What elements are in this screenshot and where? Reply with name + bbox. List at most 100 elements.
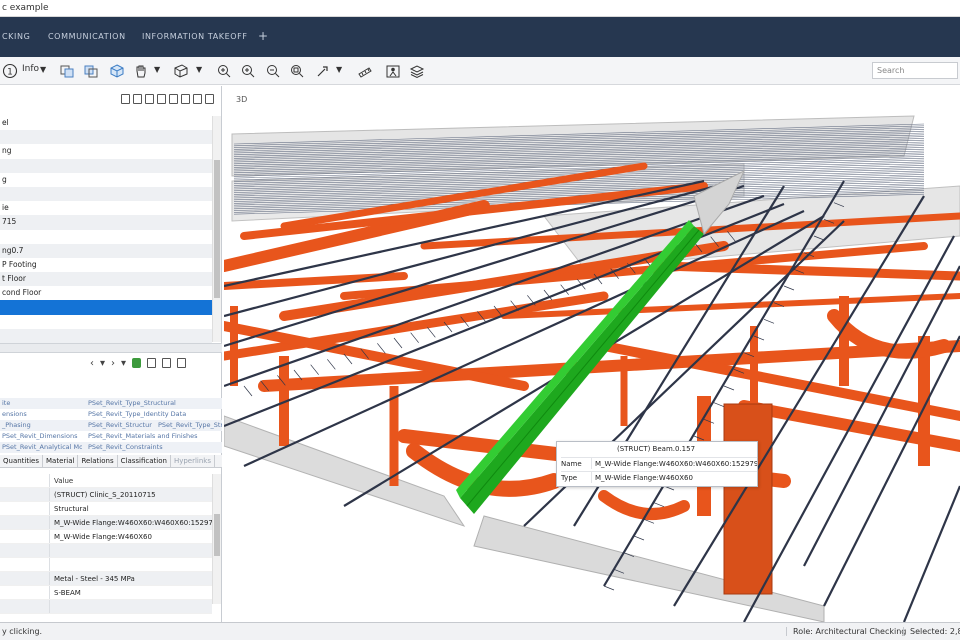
layers-icon[interactable] xyxy=(408,62,426,79)
zoom-out-icon[interactable] xyxy=(264,62,282,79)
dropdown-caret-icon[interactable]: ▾ xyxy=(100,358,105,369)
dropdown-caret-icon[interactable]: ▾ xyxy=(121,358,126,369)
add-tab-button[interactable]: + xyxy=(258,29,268,43)
properties-color-icon[interactable] xyxy=(132,358,142,368)
value-column-header: Value xyxy=(54,477,74,485)
measure-icon[interactable] xyxy=(356,62,374,79)
panel-splitter[interactable] xyxy=(0,343,222,353)
tree-item[interactable]: ng0.7 xyxy=(0,243,212,258)
property-value: M_W-Wide Flange:W460X60 xyxy=(54,533,152,541)
tree-item[interactable]: g xyxy=(0,173,212,187)
property-key xyxy=(0,558,50,571)
properties-tab[interactable]: Material xyxy=(43,455,79,467)
property-row[interactable] xyxy=(0,600,212,614)
properties-tab[interactable]: Hyperlinks xyxy=(171,455,215,467)
tab-communication[interactable]: COMMUNICATION xyxy=(48,32,126,41)
tree-scrollbar-thumb[interactable] xyxy=(214,160,220,298)
property-row[interactable] xyxy=(0,544,212,558)
property-set-row[interactable]: PSet_Revit_Dimensions PSet_Revit_Material… xyxy=(0,431,222,442)
property-set-extra[interactable]: PSet_Revit_Type_Structural Analysis xyxy=(152,420,222,431)
tree-item[interactable] xyxy=(0,315,212,329)
property-set-row[interactable]: ensions PSet_Revit_Type_Identity Data xyxy=(0,409,222,420)
property-key xyxy=(0,586,50,599)
property-set-left[interactable]: _Phasing xyxy=(0,420,82,431)
tree-item[interactable] xyxy=(0,300,212,315)
model-view-alt-icon[interactable] xyxy=(82,62,100,79)
property-set-row[interactable]: ite PSet_Revit_Type_Structural xyxy=(0,398,222,409)
tree-collapse-icon[interactable] xyxy=(157,94,166,104)
properties-tab[interactable]: Relations xyxy=(78,455,118,467)
properties-scrollbar-thumb[interactable] xyxy=(214,514,220,556)
tree-filter-alt-icon[interactable] xyxy=(133,94,142,104)
tree-view-icon[interactable] xyxy=(193,94,202,104)
property-set-row[interactable]: PSet_Revit_Analytical ModelPSet_Revit_Co… xyxy=(0,442,222,453)
property-set-right[interactable]: PSet_Revit_Constraints xyxy=(82,442,222,453)
property-row[interactable]: S-BEAM xyxy=(0,586,212,600)
tree-item[interactable] xyxy=(0,158,212,173)
person-view-icon[interactable] xyxy=(384,62,402,79)
prev-button[interactable]: ‹ xyxy=(90,358,94,369)
tab-checking[interactable]: CKING xyxy=(2,32,30,41)
zoom-in-icon[interactable] xyxy=(215,62,233,79)
fly-dropdown-caret-icon[interactable]: ▼ xyxy=(336,65,342,74)
tree-item[interactable] xyxy=(0,230,212,244)
tab-information-takeoff[interactable]: INFORMATION TAKEOFF xyxy=(142,32,248,41)
property-set-right[interactable]: PSet_Revit_Type_Identity Data xyxy=(82,409,222,420)
tree-item[interactable]: t Floor xyxy=(0,272,212,287)
tree-filter-icon[interactable] xyxy=(121,94,130,104)
property-row[interactable]: M_W-Wide Flange:W460X60 xyxy=(0,530,212,544)
properties-tab[interactable]: Classification xyxy=(118,455,171,467)
properties-close-icon[interactable] xyxy=(177,358,187,368)
next-button[interactable]: › xyxy=(111,358,115,369)
model-view-icon[interactable] xyxy=(58,62,76,79)
3d-viewport[interactable]: 3D (STRUCT) Beam.0.157 Name M_W-Wide Fla… xyxy=(224,86,960,622)
tree-item[interactable]: 715 xyxy=(0,215,212,230)
tree-scrollbar[interactable] xyxy=(212,116,221,342)
property-row[interactable]: Metal - Steel - 345 MPa xyxy=(0,572,212,586)
tooltip-name-value: M_W-Wide Flange:W460X60:W460X60:152979 xyxy=(591,458,757,469)
property-set-left[interactable]: ensions xyxy=(0,409,82,420)
zoom-region-icon[interactable] xyxy=(239,62,257,79)
box-select-icon[interactable] xyxy=(172,62,190,79)
tree-item[interactable] xyxy=(0,328,212,343)
box-dropdown-caret-icon[interactable]: ▼ xyxy=(196,65,202,74)
property-sets-list: ite PSet_Revit_Type_Structural ensions PSet… xyxy=(0,398,222,453)
property-set-right[interactable]: PSet_Revit_Materials and Finishes xyxy=(82,431,222,442)
property-row[interactable]: (STRUCT) Clinic_S_20110715 xyxy=(0,488,212,502)
hand-dropdown-caret-icon[interactable]: ▼ xyxy=(154,65,160,74)
tree-close-icon[interactable] xyxy=(205,94,214,104)
fly-icon[interactable] xyxy=(314,62,332,79)
tree-item[interactable] xyxy=(0,130,212,145)
tree-item[interactable]: ie xyxy=(0,201,212,215)
property-set-right[interactable]: PSet_Revit_Type_Structural xyxy=(82,398,222,409)
tree-item[interactable] xyxy=(0,186,212,202)
cube-icon[interactable] xyxy=(108,62,126,79)
tree-options-icon[interactable] xyxy=(181,94,190,104)
properties-scrollbar[interactable] xyxy=(212,474,221,604)
zoom-fit-icon[interactable] xyxy=(288,62,306,79)
tree-settings-icon[interactable] xyxy=(169,94,178,104)
properties-copy-icon[interactable] xyxy=(162,358,172,368)
3d-model-scene[interactable] xyxy=(224,86,960,622)
info-dropdown-caret-icon[interactable]: ▼ xyxy=(40,65,46,74)
tree-item[interactable]: ng xyxy=(0,144,212,158)
property-set-left[interactable]: ite xyxy=(0,398,82,409)
tree-item[interactable]: el xyxy=(0,116,212,130)
property-row[interactable]: Structural xyxy=(0,502,212,516)
search-input[interactable]: Search xyxy=(872,62,958,79)
property-set-right[interactable]: PSet_Revit_Structural xyxy=(82,420,152,431)
property-set-row[interactable]: _Phasing PSet_Revit_Structural PSet_Revit_… xyxy=(0,420,222,431)
property-row[interactable]: M_W-Wide Flange:W460X60:W460X60:152979 xyxy=(0,516,212,530)
tree-expand-icon[interactable] xyxy=(145,94,154,104)
properties-table-header: Value xyxy=(0,474,212,488)
property-set-left[interactable]: PSet_Revit_Analytical Model xyxy=(0,442,82,453)
info-icon[interactable]: 1 xyxy=(1,62,19,79)
tree-item[interactable]: cond Floor xyxy=(0,286,212,300)
property-set-left[interactable]: PSet_Revit_Dimensions xyxy=(0,431,82,442)
properties-tab[interactable]: Quantities xyxy=(0,455,44,467)
properties-info-icon[interactable] xyxy=(147,358,157,368)
info-dropdown[interactable]: Info xyxy=(22,64,39,74)
hand-icon[interactable] xyxy=(132,62,150,79)
property-row[interactable] xyxy=(0,558,212,572)
tree-item[interactable]: P Footing xyxy=(0,258,212,272)
